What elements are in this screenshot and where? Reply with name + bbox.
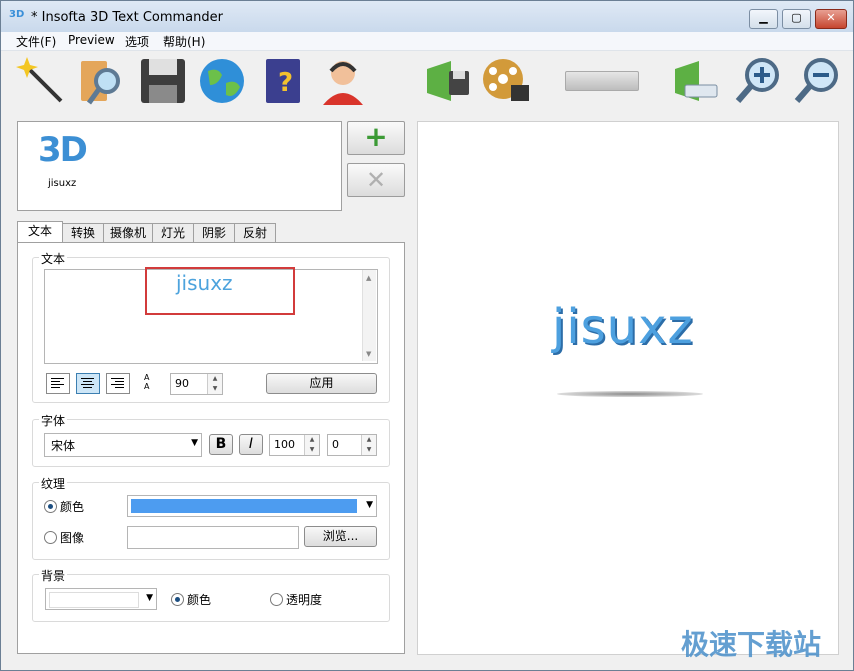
menu-preview[interactable]: Preview xyxy=(68,33,115,47)
background-transparency-radio[interactable] xyxy=(270,593,283,606)
minimize-button[interactable]: ▁ xyxy=(749,9,778,29)
tab-reflection[interactable]: 反射 xyxy=(234,223,276,242)
italic-button[interactable]: I xyxy=(239,434,263,455)
chevron-down-icon: ▼ xyxy=(366,500,373,510)
export-video-icon[interactable] xyxy=(481,55,533,107)
font-select-value: 宋体 xyxy=(51,439,76,453)
text-group-label: 文本 xyxy=(39,250,68,267)
background-color-radio[interactable] xyxy=(171,593,184,606)
color-swatch xyxy=(131,499,357,513)
background-color-label: 颜色 xyxy=(187,593,212,607)
export-image-icon[interactable] xyxy=(423,55,475,107)
globe-icon[interactable] xyxy=(196,55,248,107)
browse-button[interactable]: 浏览... xyxy=(304,526,377,547)
thumbnail-label: jisuxz xyxy=(48,178,77,189)
texture-group-label: 纹理 xyxy=(39,475,68,492)
preview-3d-text: jisuxz xyxy=(552,299,694,355)
scroll-up-icon[interactable]: ▲ xyxy=(366,274,371,282)
apply-button[interactable]: 应用 xyxy=(266,373,377,394)
menu-bar: 文件(F) Preview 选项 帮助(H) xyxy=(1,32,853,51)
app-logo-icon: 3D xyxy=(9,9,25,20)
save-icon[interactable] xyxy=(137,55,189,107)
spinner-arrows-icon[interactable]: ▲ ▼ xyxy=(207,374,222,394)
tab-text[interactable]: 文本 xyxy=(17,221,63,242)
font-offset-spinner[interactable]: 0 ▲ ▼ xyxy=(327,434,377,456)
spinner-arrows-icon[interactable]: ▲ ▼ xyxy=(361,435,376,455)
line-spacing-icon: AA xyxy=(144,373,150,391)
font-select[interactable]: 宋体 ▼ xyxy=(44,433,202,457)
open-folder-icon[interactable] xyxy=(77,55,129,107)
font-group-label: 字体 xyxy=(39,412,68,429)
zoom-out-icon[interactable] xyxy=(791,55,843,107)
title-bar[interactable]: 3D * Insofta 3D Text Commander ▁ ▢ ✕ xyxy=(1,1,853,32)
scroll-down-icon[interactable]: ▼ xyxy=(366,350,371,358)
text-scrollbar[interactable]: ▲ ▼ xyxy=(362,270,376,361)
font-size-spinner[interactable]: 100 ▲ ▼ xyxy=(269,434,320,456)
add-item-button[interactable]: + xyxy=(347,121,405,155)
texture-color-radio[interactable] xyxy=(44,500,57,513)
bg-color-swatch xyxy=(49,592,139,608)
chevron-down-icon: ▼ xyxy=(146,593,153,603)
tab-camera[interactable]: 摄像机 xyxy=(103,223,153,242)
help-book-icon[interactable]: ? xyxy=(258,55,310,107)
background-color-picker[interactable]: ▼ xyxy=(45,588,157,610)
close-button[interactable]: ✕ xyxy=(815,9,847,29)
highlight-box xyxy=(145,267,295,315)
quality-slider[interactable] xyxy=(565,71,639,91)
app-window: 3D * Insofta 3D Text Commander ▁ ▢ ✕ 文件(… xyxy=(0,0,854,671)
menu-file[interactable]: 文件(F) xyxy=(16,33,56,50)
font-size-value: 100 xyxy=(274,438,295,451)
thumbnail-3d-badge: 3D xyxy=(38,130,88,170)
bold-button[interactable]: B xyxy=(209,434,233,455)
preview-canvas[interactable] xyxy=(417,121,839,655)
tab-transform[interactable]: 转换 xyxy=(62,223,104,242)
preview-shadow xyxy=(557,391,703,397)
align-center-button[interactable] xyxy=(76,373,100,394)
image-path-field[interactable] xyxy=(127,526,299,549)
texture-color-picker[interactable]: ▼ xyxy=(127,495,377,517)
background-transparency-label: 透明度 xyxy=(286,593,323,607)
export-file-icon[interactable] xyxy=(671,55,723,107)
menu-options[interactable]: 选项 xyxy=(125,33,149,50)
font-offset-value: 0 xyxy=(332,438,339,451)
tab-shadow[interactable]: 阴影 xyxy=(193,223,235,242)
project-thumbnail-list[interactable]: 3D jisuxz xyxy=(17,121,342,211)
tab-light[interactable]: 灯光 xyxy=(152,223,194,242)
chevron-down-icon: ▼ xyxy=(191,438,198,448)
zoom-in-icon[interactable] xyxy=(732,55,784,107)
maximize-button[interactable]: ▢ xyxy=(782,9,811,29)
delete-item-button[interactable]: ✕ xyxy=(347,163,405,197)
background-group-label: 背景 xyxy=(39,567,68,584)
line-spacing-value: 90 xyxy=(175,377,189,390)
line-spacing-spinner[interactable]: 90 ▲ ▼ xyxy=(170,373,223,395)
wizard-icon[interactable] xyxy=(15,55,67,107)
spinner-arrows-icon[interactable]: ▲ ▼ xyxy=(304,435,319,455)
svg-text:?: ? xyxy=(278,68,293,98)
texture-image-radio[interactable] xyxy=(44,531,57,544)
align-left-button[interactable] xyxy=(46,373,70,394)
toolbar: ? xyxy=(1,51,853,111)
align-right-button[interactable] xyxy=(106,373,130,394)
watermark-text: 极速下载站 xyxy=(681,628,822,661)
texture-image-label: 图像 xyxy=(60,531,85,545)
support-agent-icon[interactable] xyxy=(317,55,369,107)
texture-color-label: 颜色 xyxy=(60,500,85,514)
window-title: * Insofta 3D Text Commander xyxy=(31,10,223,25)
menu-help[interactable]: 帮助(H) xyxy=(163,33,205,50)
